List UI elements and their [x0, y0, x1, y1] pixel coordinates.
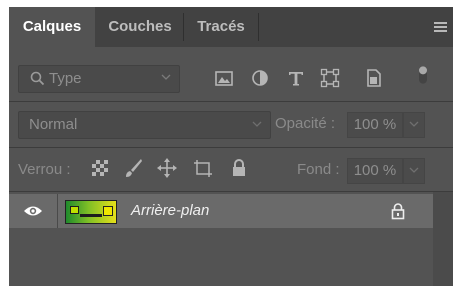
tab-traces[interactable]: Tracés — [185, 7, 257, 47]
chevron-down-icon — [409, 167, 419, 173]
smart-object-filter-icon[interactable] — [366, 68, 382, 88]
layer-lock-icon[interactable] — [391, 202, 405, 220]
blend-mode-select[interactable]: Normal — [18, 111, 271, 139]
lock-all-icon[interactable] — [231, 158, 247, 178]
filter-toggle-icon[interactable] — [415, 65, 431, 85]
layer-separator — [57, 194, 58, 228]
tab-calques[interactable]: Calques — [9, 7, 95, 47]
opacity-field[interactable]: 100 % — [347, 112, 403, 138]
chevron-down-icon — [161, 74, 171, 80]
adjustment-filter-icon[interactable] — [251, 68, 269, 88]
lock-label: Verrou : — [18, 161, 71, 178]
tab-separator — [258, 13, 259, 41]
divider — [9, 101, 453, 102]
layer-name[interactable]: Arrière-plan — [131, 202, 209, 219]
layer-thumbnail[interactable] — [65, 200, 117, 224]
layer-row[interactable]: Arrière-plan — [9, 194, 433, 228]
fill-field[interactable]: 100 % — [347, 158, 403, 184]
filter-kind-label: Type — [49, 70, 82, 87]
eye-icon[interactable] — [23, 204, 43, 218]
layers-scrollbar[interactable] — [433, 192, 453, 286]
fill-label: Fond : — [297, 161, 340, 178]
lock-transparent-pixels-icon[interactable] — [91, 158, 109, 178]
layers-panel: Calques Couches Tracés Type Normal Opaci… — [9, 7, 453, 286]
search-icon — [30, 71, 45, 86]
filter-kind-select[interactable]: Type — [18, 65, 180, 93]
shape-filter-icon[interactable] — [320, 68, 340, 88]
opacity-dropdown-button[interactable] — [403, 112, 425, 138]
panel-menu-icon[interactable] — [434, 22, 447, 32]
tab-separator — [183, 13, 184, 41]
fill-dropdown-button[interactable] — [403, 158, 425, 184]
image-filter-icon[interactable] — [215, 68, 233, 88]
lock-position-icon[interactable] — [157, 158, 177, 178]
text-filter-icon[interactable] — [287, 68, 305, 88]
chevron-down-icon — [252, 121, 262, 127]
lock-image-pixels-icon[interactable] — [125, 158, 143, 178]
divider — [9, 147, 453, 148]
tab-bar: Calques Couches Tracés — [9, 7, 453, 47]
blend-mode-value: Normal — [29, 116, 78, 133]
chevron-down-icon — [409, 121, 419, 127]
lock-artboard-icon[interactable] — [193, 158, 213, 178]
opacity-label: Opacité : — [275, 115, 336, 132]
tab-couches[interactable]: Couches — [97, 7, 183, 47]
